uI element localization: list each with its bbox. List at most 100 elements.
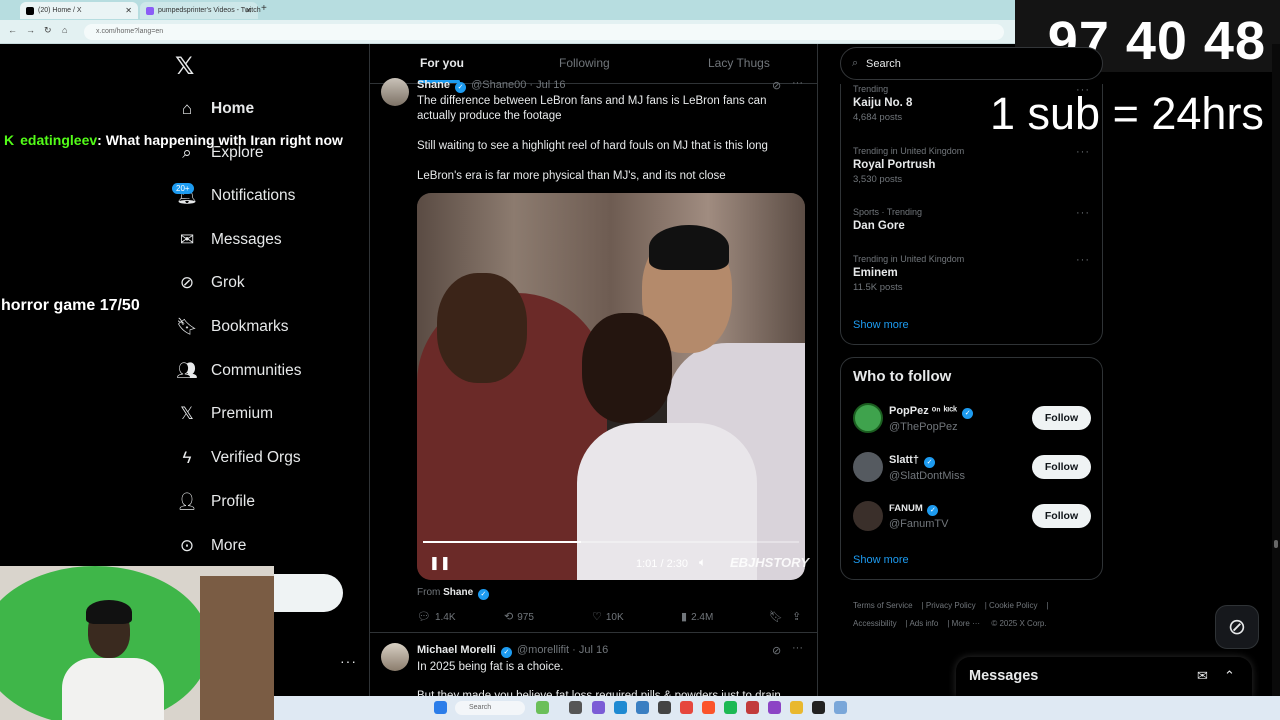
footer-link[interactable]: Terms of Service [853,601,913,610]
x-logo-icon[interactable]: 𝕏 [175,52,194,81]
more-dots-icon[interactable]: ··· [1076,254,1090,266]
close-icon[interactable]: ✕ [245,6,252,15]
home-icon[interactable]: ⌂ [62,25,67,35]
video-progress-bar[interactable] [423,541,799,543]
sidebar-item-messages[interactable]: ✉ Messages [176,225,282,255]
follow-suggestion-handle[interactable]: @FanumTV [889,518,948,530]
trends-show-more-link[interactable]: Show more [853,319,909,331]
app-icon[interactable] [746,701,759,714]
more-dots-icon[interactable]: ··· [1076,84,1090,96]
sidebar-item-communities[interactable]: 👥︎ Communities [176,356,301,386]
messages-drawer[interactable]: Messages ✉ ⌃ [956,657,1252,697]
sidebar-item-bookmarks[interactable]: 🔖︎ Bookmarks [176,312,288,342]
post-author-name[interactable]: Shane [417,79,450,91]
back-arrow-icon[interactable]: ← [8,25,17,35]
app-icon[interactable] [768,701,781,714]
spotify-icon[interactable] [724,701,737,714]
tab-following[interactable]: Following [559,56,610,70]
sidebar-item-home[interactable]: ⌂ Home [176,94,254,124]
app-icon[interactable] [592,701,605,714]
follow-suggestion-name[interactable]: FANUM ✓ [889,503,940,516]
follow-suggestion-handle[interactable]: @SlatDontMiss [889,470,965,482]
sidebar-item-grok[interactable]: ⊘ Grok [176,268,245,298]
app-icon[interactable] [636,701,649,714]
app-icon[interactable] [569,701,582,714]
app-icon[interactable] [658,701,671,714]
post-author-handle[interactable]: @morellifit [517,644,569,656]
reload-icon[interactable]: ↻ [44,25,52,36]
views-button[interactable]: ▮ 2.4M [681,610,713,623]
scrollbar-thumb[interactable] [1274,540,1278,548]
grok-icon[interactable]: ⊘ [772,79,781,92]
follow-suggestion-name[interactable]: Slatt† ✓ [889,454,937,468]
avatar[interactable] [381,643,409,671]
footer-link[interactable]: Privacy Policy [926,601,976,610]
tab-for-you[interactable]: For you [420,56,464,70]
post-date[interactable]: · Jul 16 [529,79,565,91]
pause-icon[interactable]: ❚❚ [429,555,451,571]
follow-suggestion-handle[interactable]: @ThePopPez [889,421,958,433]
compose-message-icon[interactable]: ✉ [1197,668,1208,684]
like-button[interactable]: ♡ 10K [592,610,624,623]
footer-link[interactable]: Accessibility [853,619,897,628]
volume-icon[interactable]: 🔈︎ [699,555,706,570]
reply-button[interactable]: 💬︎ 1.4K [417,610,456,623]
expand-up-icon[interactable]: ⌃ [1224,668,1235,684]
edge-icon[interactable] [614,701,627,714]
sidebar-item-premium[interactable]: 𝕏 Premium [176,399,273,429]
forward-arrow-icon[interactable]: → [26,25,35,35]
views-chart-icon: ▮ [681,611,688,623]
repost-button[interactable]: ⟲ 975 [504,610,534,623]
avatar[interactable] [853,501,883,531]
post-date[interactable]: · Jul 16 [572,644,608,656]
more-dots-icon[interactable]: ··· [1076,146,1090,158]
avatar[interactable] [853,403,883,433]
post-video[interactable] [417,193,805,580]
new-tab-plus-icon[interactable]: + [261,3,267,14]
sidebar-item-notifications[interactable]: 🔔︎ Notifications [176,181,295,211]
footer-link[interactable]: Cookie Policy [989,601,1037,610]
app-icon[interactable] [834,701,847,714]
follow-button[interactable]: Follow [1032,504,1091,528]
post-author-name[interactable]: Michael Morelli [417,644,496,656]
grok-icon[interactable]: ⊘ [772,644,781,657]
trend-item[interactable]: Trending in United Kingdom Royal Portrus… [853,146,964,185]
footer-link[interactable]: Ads info [909,619,938,628]
chrome-icon[interactable] [790,701,803,714]
follow-suggestion-name[interactable]: PopPez ᵒⁿ ᵏᶦᶜᵏ ✓ [889,405,975,419]
share-button[interactable]: ⇪ [792,610,805,623]
close-icon[interactable]: ✕ [125,6,132,15]
app-icon[interactable] [680,701,693,714]
avatar[interactable] [853,452,883,482]
url-field[interactable]: x.com/home?lang=en [84,24,1004,40]
follow-button[interactable]: Follow [1032,406,1091,430]
obs-icon[interactable] [812,701,825,714]
browser-tab-x-home[interactable]: (20) Home / X ✕ [20,2,138,19]
app-icon[interactable] [536,701,549,714]
sidebar-item-more[interactable]: ⊙ More [176,531,246,561]
follow-button[interactable]: Follow [1032,455,1091,479]
footer-link[interactable]: More ··· [952,619,980,628]
post-author-handle[interactable]: @Shane00 [471,79,526,91]
grok-floating-button[interactable]: ⊘ [1215,605,1259,649]
trend-item[interactable]: Trending in United Kingdom Eminem 11.5K … [853,254,964,293]
follow-show-more-link[interactable]: Show more [853,554,909,566]
from-author[interactable]: Shane [443,587,473,598]
account-more-icon[interactable]: ··· [340,653,357,669]
more-dots-icon[interactable]: ··· [792,642,803,654]
more-dots-icon[interactable]: ··· [1076,207,1090,219]
tab-lacy-thugs[interactable]: Lacy Thugs [708,56,770,70]
browser-tab-twitch[interactable]: pumpedsprinter's Videos - Twitch ✕ [140,2,261,19]
scrollbar[interactable] [1272,44,1280,696]
trend-item[interactable]: Trending Kaiju No. 8 4,684 posts [853,84,912,123]
sidebar-item-profile[interactable]: 👤︎ Profile [176,487,255,517]
more-dots-icon[interactable]: ··· [792,77,803,89]
bookmark-button[interactable]: 🔖︎ [769,610,787,623]
sidebar-item-verified-orgs[interactable]: ϟ Verified Orgs [176,443,301,473]
windows-start-icon[interactable] [434,701,447,714]
avatar[interactable] [381,78,409,106]
brave-icon[interactable] [702,701,715,714]
taskbar-search[interactable]: Search [455,701,525,715]
search-box[interactable]: ⌕ Search [840,47,1103,80]
trend-item[interactable]: Sports · Trending Dan Gore [853,207,922,232]
